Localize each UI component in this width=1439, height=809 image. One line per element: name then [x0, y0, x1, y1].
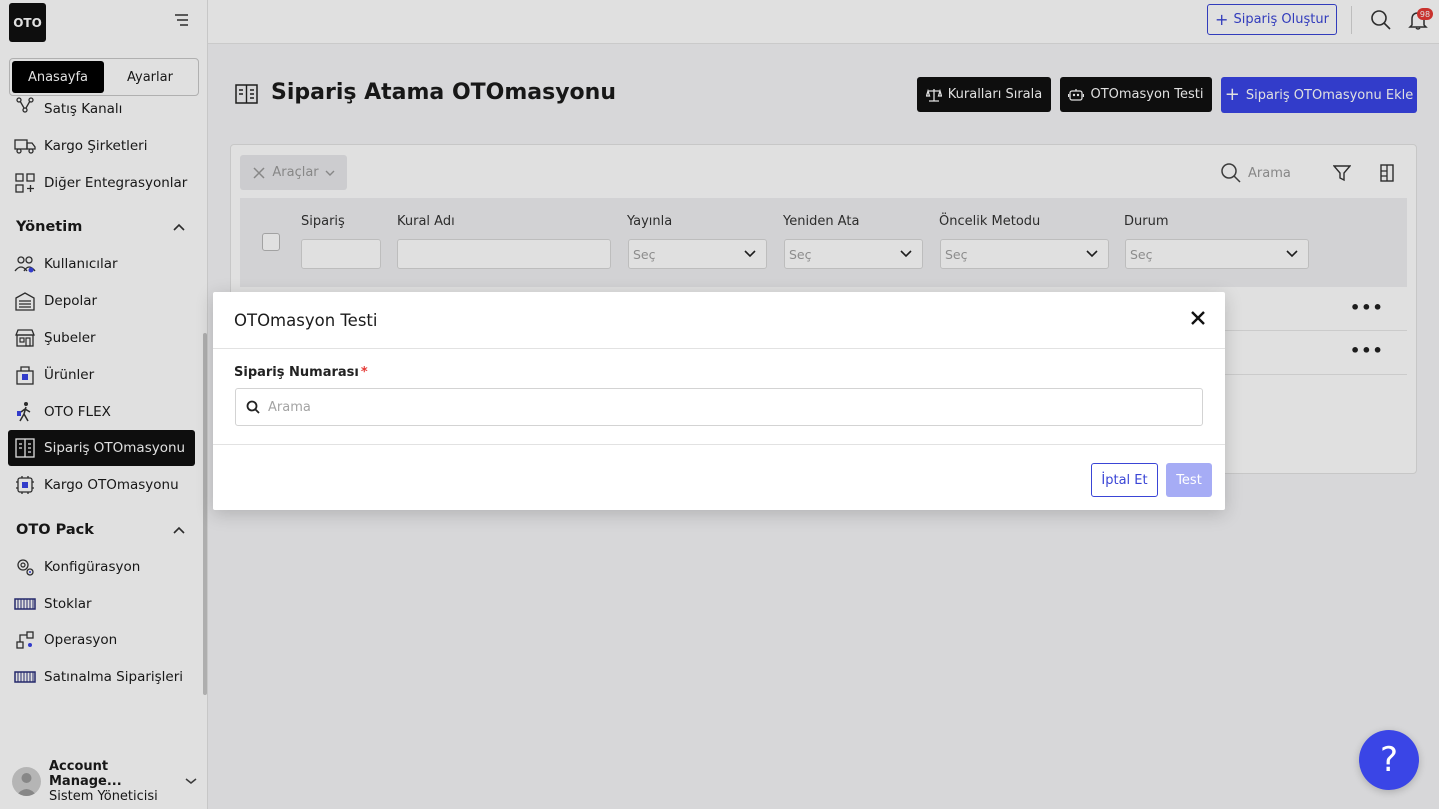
modal-divider — [213, 444, 1225, 445]
close-icon[interactable] — [1188, 308, 1208, 328]
order-number-label: Sipariş Numarası * — [234, 365, 368, 380]
test-button[interactable]: Test — [1166, 463, 1212, 497]
modal-divider — [213, 348, 1225, 349]
modal-title: OTOmasyon Testi — [234, 311, 378, 330]
help-button[interactable]: ? — [1359, 730, 1419, 790]
order-number-label-text: Sipariş Numarası — [234, 365, 359, 380]
cancel-button[interactable]: İptal Et — [1091, 463, 1158, 497]
order-number-input[interactable] — [268, 399, 1202, 415]
automation-test-modal: OTOmasyon Testi Sipariş Numarası* İptal … — [213, 292, 1225, 510]
order-number-field[interactable] — [235, 388, 1203, 426]
search-icon — [246, 400, 260, 414]
required-marker: * — [360, 365, 368, 380]
